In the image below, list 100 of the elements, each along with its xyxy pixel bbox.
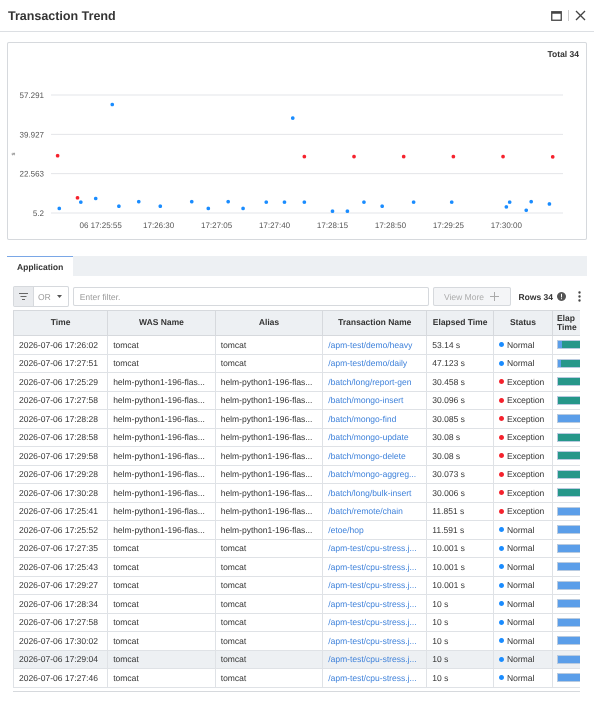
table-cell: 10 s — [426, 668, 494, 687]
table-cell: tomcat — [108, 539, 216, 558]
transaction-link[interactable]: /batch/long/report-gen — [322, 372, 427, 391]
table-cell: helm-python1-196-flas... — [108, 410, 216, 428]
data-point — [302, 200, 306, 204]
table-cell: helm-python1-196-flas... — [215, 391, 323, 410]
transaction-link[interactable]: /batch/mongo-insert — [322, 391, 427, 410]
column-header[interactable]: Elapsed Time — [426, 310, 494, 336]
x-tick-label: 17:28:15 — [316, 221, 348, 230]
table-cell: 10.001 s — [426, 539, 494, 558]
data-point — [56, 154, 60, 158]
status-text: Exception — [506, 469, 544, 480]
data-point — [501, 154, 505, 158]
transaction-link[interactable]: /apm-test/cpu-stress.j... — [322, 558, 427, 576]
maximize-icon[interactable] — [551, 10, 562, 20]
close-icon[interactable] — [575, 10, 586, 21]
x-tick-label: 17:29:25 — [432, 221, 464, 230]
row-count: Rows 34 — [518, 292, 553, 302]
transaction-link[interactable]: /batch/long/bulk-insert — [322, 484, 427, 502]
x-tick-label: 17:27:05 — [201, 221, 232, 230]
transaction-link[interactable]: /batch/mongo-find — [322, 410, 427, 428]
more-options-icon[interactable] — [578, 291, 581, 302]
x-tick-label: 17:30:00 — [490, 221, 522, 230]
tab[interactable]: Application — [7, 256, 74, 276]
x-tick-label: 17:28:50 — [374, 221, 406, 230]
table-cell: helm-python1-196-flas... — [108, 446, 216, 465]
table-cell: helm-python1-196-flas... — [108, 520, 216, 539]
table-cell: 30.096 s — [426, 391, 494, 410]
table-cell: tomcat — [215, 594, 323, 613]
transaction-link[interactable]: /apm-test/cpu-stress.j... — [322, 650, 427, 668]
transaction-link[interactable]: /apm-test/demo/daily — [322, 354, 427, 372]
data-point — [57, 206, 62, 210]
info-icon[interactable] — [557, 292, 566, 301]
data-point — [136, 200, 141, 204]
column-header[interactable]: Alias — [215, 310, 323, 336]
status-text: Exception — [506, 450, 544, 461]
x-tick-label: 17:26:30 — [143, 221, 174, 230]
table-cell: tomcat — [215, 558, 323, 576]
column-header[interactable]: WAS Name — [108, 310, 216, 336]
table-cell: tomcat — [215, 668, 323, 687]
data-point — [412, 200, 416, 204]
transaction-link[interactable]: /apm-test/cpu-stress.j... — [322, 539, 427, 558]
table-cell: tomcat — [108, 613, 216, 632]
y-tick-label: 39.927 — [20, 130, 44, 140]
status-text: Exception — [506, 506, 544, 516]
table-cell: 53.14 s — [426, 336, 494, 354]
data-point — [302, 154, 306, 158]
status-text: Normal — [506, 524, 534, 535]
table-cell: 2026-07-06 17:26:02 — [14, 336, 108, 354]
transaction-link[interactable]: /batch/mongo-update — [322, 428, 427, 446]
transaction-link[interactable]: /etoe/hop — [322, 520, 427, 539]
table-cell: tomcat — [108, 576, 216, 594]
status-text: Normal — [506, 672, 534, 683]
transaction-link[interactable]: /batch/mongo-delete — [322, 446, 427, 465]
table-cell: 2026-07-06 17:28:28 — [14, 410, 108, 428]
total-count: Total 34 — [548, 49, 579, 61]
table-cell: 2026-07-06 17:28:58 — [14, 428, 108, 446]
table-cell: helm-python1-196-flas... — [215, 465, 323, 484]
transaction-link[interactable]: /batch/remote/chain — [322, 502, 427, 520]
table-cell: 2026-07-06 17:29:04 — [14, 650, 108, 668]
table-cell: 30.006 s — [426, 484, 494, 502]
table-cell: 30.458 s — [426, 372, 494, 391]
table-cell: 2026-07-06 17:25:29 — [14, 372, 108, 391]
table-cell: tomcat — [215, 539, 323, 558]
filter-field[interactable]: Enter filter. — [72, 287, 428, 306]
table-cell: helm-python1-196-flas... — [108, 484, 216, 502]
y-tick-label: 5.2 — [32, 209, 44, 218]
status-text: Normal — [506, 543, 534, 554]
transaction-link[interactable]: /apm-test/cpu-stress.j... — [322, 594, 427, 613]
column-header[interactable]: Time — [14, 310, 108, 336]
table-cell: 10 s — [426, 650, 494, 668]
data-point — [264, 200, 268, 204]
data-point — [190, 200, 194, 204]
column-header[interactable]: Transaction Name — [322, 310, 427, 336]
status-text: Normal — [506, 654, 534, 664]
table-cell: 47.123 s — [426, 354, 494, 372]
transaction-link[interactable]: /apm-test/cpu-stress.j... — [322, 632, 427, 650]
transaction-link[interactable]: /apm-test/demo/heavy — [322, 336, 427, 354]
data-point — [346, 209, 350, 213]
table-cell: tomcat — [108, 594, 216, 613]
transaction-link[interactable]: /batch/mongo-aggreg... — [322, 465, 427, 484]
transaction-link[interactable]: /apm-test/cpu-stress.j... — [322, 668, 427, 687]
table-cell: 11.851 s — [426, 502, 494, 520]
filter-button[interactable] — [14, 287, 34, 306]
table-cell: 2026-07-06 17:25:52 — [14, 520, 108, 539]
caret-icon — [56, 295, 62, 298]
table-cell: helm-python1-196-flas... — [215, 484, 323, 502]
table-cell: tomcat — [215, 613, 323, 632]
column-header[interactable]: Status — [493, 310, 552, 336]
data-point — [330, 209, 334, 213]
data-point — [158, 204, 162, 208]
data-point — [402, 154, 406, 158]
transaction-link[interactable]: /apm-test/cpu-stress.j... — [322, 576, 427, 594]
data-point — [550, 155, 555, 159]
column-header[interactable]: Elap Time — [552, 310, 580, 336]
transaction-link[interactable]: /apm-test/cpu-stress.j... — [322, 613, 427, 632]
status-text: Exception — [506, 414, 544, 424]
table-cell: tomcat — [215, 354, 323, 372]
table-cell: helm-python1-196-flas... — [108, 372, 216, 391]
data-point — [206, 206, 210, 210]
